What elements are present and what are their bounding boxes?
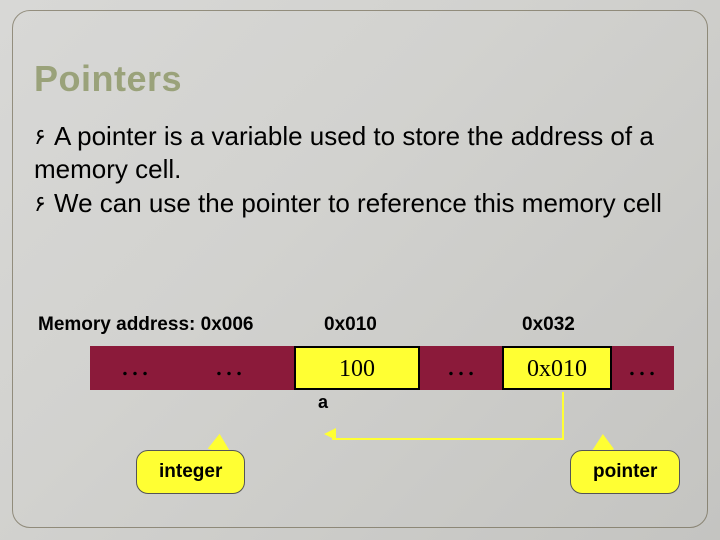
slide: Pointers ۶A pointer is a variable used t…: [0, 0, 720, 540]
slide-title: Pointers: [34, 58, 182, 100]
bullet-1-text: A pointer is a variable used to store th…: [34, 121, 654, 184]
memory-cell-ellipsis: …: [90, 346, 182, 390]
bullet-2: ۶We can use the pointer to reference thi…: [34, 187, 686, 220]
memory-addr-0: 0x006: [201, 314, 254, 335]
memory-address-label: Memory address: 0x006: [38, 314, 253, 336]
bullet-icon: ۶: [34, 123, 54, 151]
memory-addr-2: 0x032: [522, 314, 575, 336]
callout-integer: integer: [136, 450, 245, 494]
bullet-2-text: We can use the pointer to reference this…: [54, 188, 662, 218]
variable-label-a: a: [318, 392, 328, 413]
memory-addr-1: 0x010: [324, 314, 377, 336]
callout-pointer: pointer: [570, 450, 680, 494]
pointer-arrow-head-icon: [324, 428, 336, 440]
bullet-1: ۶A pointer is a variable used to store t…: [34, 120, 686, 185]
memory-cell-ellipsis: …: [424, 346, 500, 390]
memory-cell-value-a: 100: [294, 346, 420, 390]
bullet-list: ۶A pointer is a variable used to store t…: [34, 120, 686, 222]
memory-label-prefix: Memory address:: [38, 314, 195, 335]
bullet-icon: ۶: [34, 190, 54, 218]
pointer-arrow-segment: [332, 438, 564, 440]
memory-cell-ellipsis: …: [614, 346, 672, 390]
pointer-arrow-segment: [562, 392, 564, 440]
memory-cell-ellipsis: …: [184, 346, 276, 390]
memory-strip: … … 100 … 0x010 …: [90, 346, 674, 390]
memory-cell-pointer: 0x010: [502, 346, 612, 390]
